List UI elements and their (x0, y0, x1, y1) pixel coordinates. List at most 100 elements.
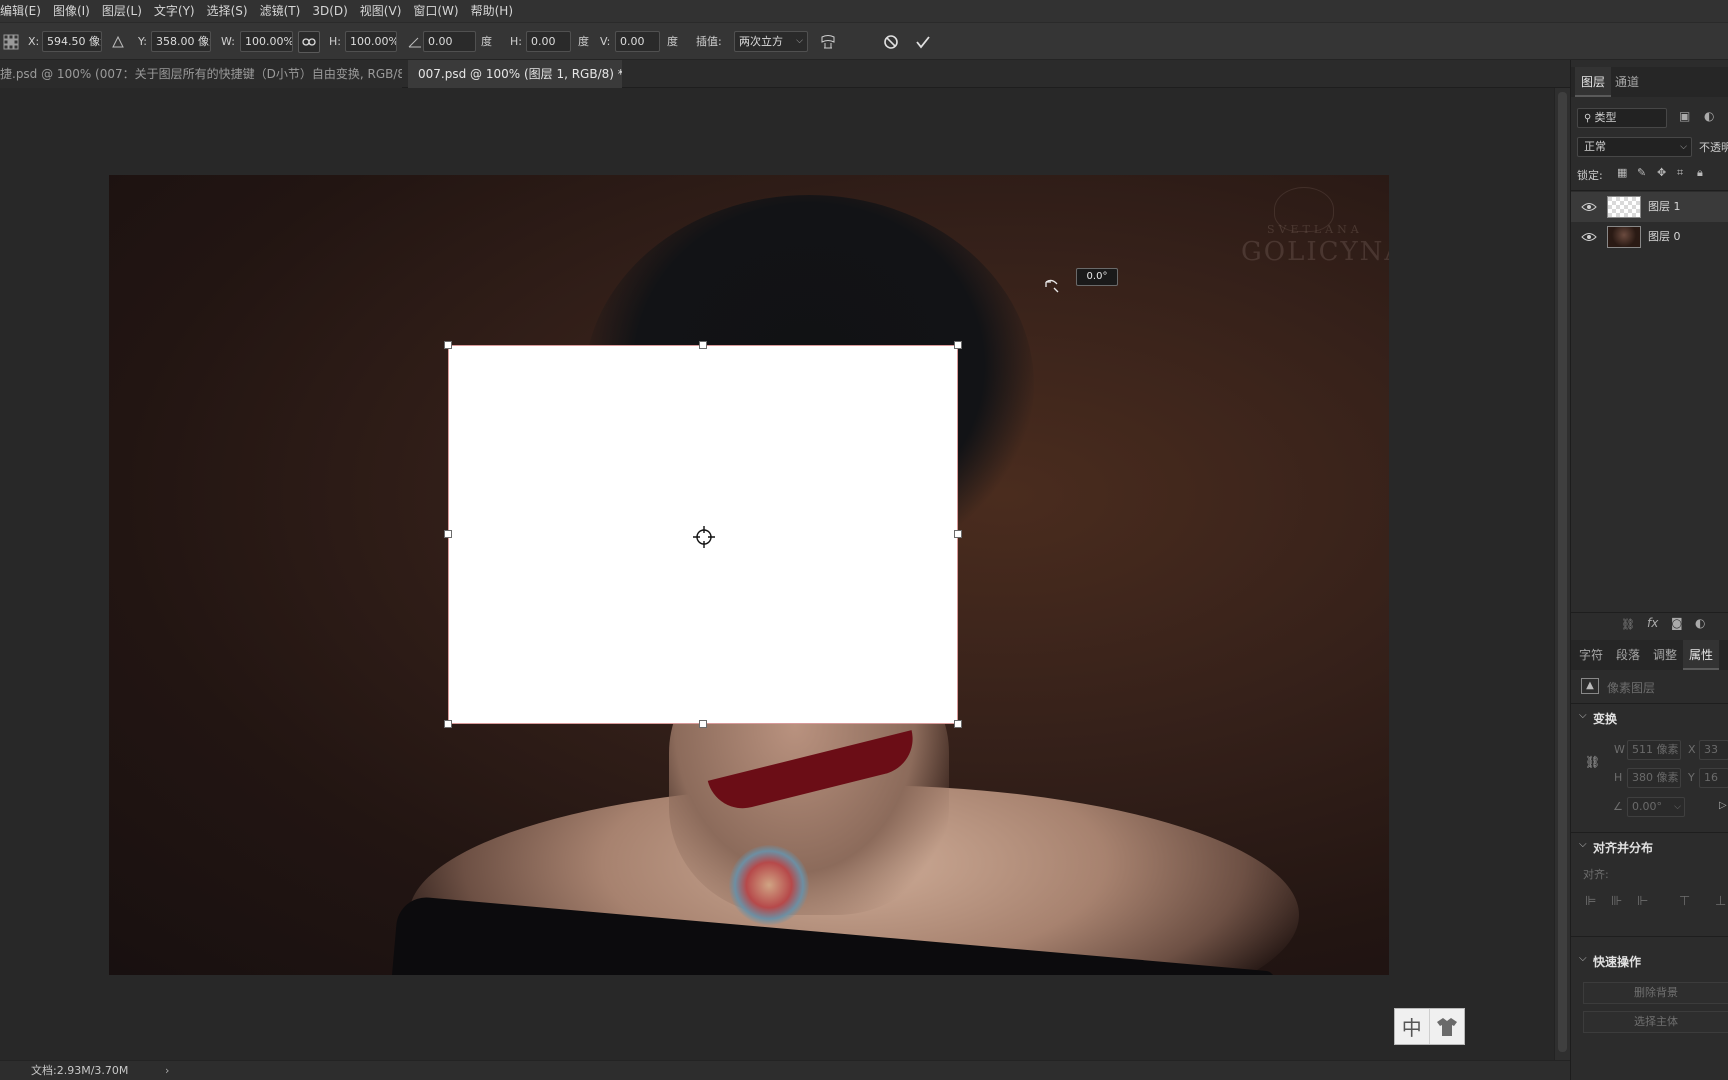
cancel-transform-icon[interactable] (880, 31, 902, 53)
chevron-down-icon[interactable]: ⌵ (1579, 839, 1587, 850)
align-center-h-icon[interactable]: ⊪ (1611, 894, 1622, 909)
menu-select[interactable]: 选择(S) (201, 0, 254, 22)
align-right-icon[interactable]: ⊩ (1637, 894, 1648, 909)
y-position-field[interactable]: 358.00 像素 (151, 31, 211, 52)
props-x-label: X (1688, 743, 1696, 756)
tab-document-2[interactable]: 007.psd @ 100% (图层 1, RGB/8) *× (408, 60, 622, 88)
link-icon[interactable] (298, 31, 320, 53)
menu-3d[interactable]: 3D(D) (306, 0, 353, 22)
status-arrow[interactable]: › (165, 1061, 169, 1080)
vertical-scrollbar[interactable] (1554, 88, 1570, 1060)
lock-all-icon[interactable]: 🔒︎ (1697, 166, 1703, 180)
link-layers-icon[interactable]: ⛓ (1621, 618, 1635, 631)
interpolation-select[interactable]: 两次立方 ⌵ (734, 31, 808, 52)
shirt-icon[interactable] (1430, 1009, 1465, 1044)
tab-title: 007.psd @ 100% (图层 1, RGB/8) * (418, 67, 622, 81)
adjustment-filter-icon[interactable]: ◐ (1704, 109, 1714, 123)
props-y-field[interactable]: 16 (1699, 768, 1728, 788)
commit-transform-icon[interactable] (912, 31, 934, 53)
tab-properties[interactable]: 属性 (1683, 640, 1720, 670)
props-height-field[interactable]: 380 像素 (1627, 768, 1681, 788)
menu-layer[interactable]: 图层(L) (96, 0, 148, 22)
handle-top-right[interactable] (954, 341, 962, 349)
menu-view[interactable]: 视图(V) (354, 0, 408, 22)
chevron-down-icon[interactable]: ⌵ (1579, 710, 1587, 721)
lock-transparency-icon[interactable]: ▦ (1617, 166, 1627, 179)
relative-position-icon[interactable] (107, 31, 129, 53)
divider (1571, 612, 1728, 613)
image-filter-icon[interactable]: ▣ (1679, 109, 1690, 123)
lock-artboard-icon[interactable]: ⌗ (1677, 166, 1683, 180)
rotation-angle-field[interactable]: 0.00 (423, 31, 476, 52)
align-section-title[interactable]: 对齐并分布 (1593, 839, 1653, 856)
lock-paint-icon[interactable]: ✎ (1637, 166, 1646, 179)
x-position-field[interactable]: 594.50 像素 (42, 31, 102, 52)
width-scale-field[interactable]: 100.00% (240, 31, 293, 52)
select-subject-button[interactable]: 选择主体 (1583, 1011, 1728, 1033)
photo-pendant (729, 845, 809, 925)
handle-bottom-left[interactable] (444, 720, 452, 728)
divider (1571, 190, 1728, 191)
layer-thumbnail (1607, 196, 1641, 218)
flip-icon[interactable]: ▷ (1719, 800, 1727, 811)
quick-actions-title[interactable]: 快速操作 (1593, 953, 1641, 970)
menu-bar: 编辑(E) 图像(I) 图层(L) 文字(Y) 选择(S) 滤镜(T) 3D(D… (0, 0, 1728, 22)
align-left-icon[interactable]: ⊫ (1585, 894, 1596, 909)
props-x-field[interactable]: 33 (1699, 740, 1728, 760)
lock-position-icon[interactable]: ✥ (1657, 166, 1666, 179)
tab-adjustments[interactable]: 调整 (1653, 640, 1677, 670)
h-label: H: (329, 35, 341, 48)
visibility-eye-icon[interactable] (1581, 200, 1597, 214)
height-scale-field[interactable]: 100.00% (345, 31, 397, 52)
blend-mode-select[interactable]: 正常 ⌵ (1577, 137, 1692, 157)
tab-paragraph[interactable]: 段落 (1616, 640, 1640, 670)
ime-toolbar[interactable]: 中 (1394, 1008, 1465, 1045)
handle-top-left[interactable] (444, 341, 452, 349)
options-bar: X: 594.50 像素 Y: 358.00 像素 W: 100.00% H: … (0, 22, 1728, 60)
menu-image[interactable]: 图像(I) (47, 0, 96, 22)
layer-row[interactable]: 图层 0 (1571, 222, 1728, 252)
new-adjustment-icon[interactable]: ◐ (1695, 616, 1705, 630)
handle-top-center[interactable] (699, 341, 707, 349)
scrollbar-thumb[interactable] (1558, 92, 1567, 1052)
handle-bottom-center[interactable] (699, 720, 707, 728)
layer-filter-select[interactable]: ⚲ 类型 (1577, 108, 1667, 128)
skew-v-unit: 度 (667, 35, 678, 48)
tab-document-1[interactable]: 捷.psd @ 100% (007：关于图层所有的快捷键（D小节）自由变换, R… (0, 60, 402, 88)
menu-filter[interactable]: 滤镜(T) (254, 0, 307, 22)
skew-v-field[interactable]: 0.00 (615, 31, 660, 52)
reference-point-icon[interactable] (0, 31, 22, 53)
menu-type[interactable]: 文字(Y) (148, 0, 201, 22)
chevron-down-icon[interactable]: ⌵ (1579, 953, 1587, 964)
tab-character[interactable]: 字符 (1579, 640, 1603, 670)
visibility-eye-icon[interactable] (1581, 230, 1597, 244)
menu-help[interactable]: 帮助(H) (465, 0, 519, 22)
divider (1571, 832, 1728, 833)
ime-language-toggle[interactable]: 中 (1395, 1009, 1430, 1044)
tab-layers[interactable]: 图层 (1575, 67, 1612, 97)
tab-channels[interactable]: 通道 (1615, 67, 1639, 97)
remove-background-button[interactable]: 删除背景 (1583, 982, 1728, 1004)
handle-bottom-right[interactable] (954, 720, 962, 728)
link-dimensions-icon[interactable]: ⛓ (1585, 755, 1600, 769)
blend-mode-value: 正常 (1584, 140, 1606, 153)
skew-v-label: V: (600, 35, 611, 48)
reference-point-icon[interactable] (692, 525, 716, 549)
menu-edit[interactable]: 编辑(E) (0, 0, 47, 22)
handle-middle-left[interactable] (444, 530, 452, 538)
tab-title: 捷.psd @ 100% (007：关于图层所有的快捷键（D小节）自由变换, R… (0, 67, 402, 81)
warp-mode-icon[interactable] (817, 31, 839, 53)
props-angle-icon: ∠ (1613, 800, 1623, 813)
layer-row[interactable]: 图层 1 (1571, 192, 1728, 222)
align-top-icon[interactable]: ⊤ (1679, 894, 1690, 909)
handle-middle-right[interactable] (954, 530, 962, 538)
menu-window[interactable]: 窗口(W) (407, 0, 464, 22)
skew-h-unit: 度 (578, 35, 589, 48)
add-mask-icon[interactable]: ◙ (1671, 616, 1683, 630)
props-width-field[interactable]: 511 像素 (1627, 740, 1681, 760)
align-middle-v-icon[interactable]: ⊥ (1715, 894, 1726, 909)
skew-h-field[interactable]: 0.00 (526, 31, 571, 52)
fx-icon[interactable]: fx (1647, 616, 1658, 630)
props-angle-field[interactable]: 0.00° ⌵ (1627, 797, 1685, 817)
transform-section-title[interactable]: 变换 (1593, 710, 1617, 727)
